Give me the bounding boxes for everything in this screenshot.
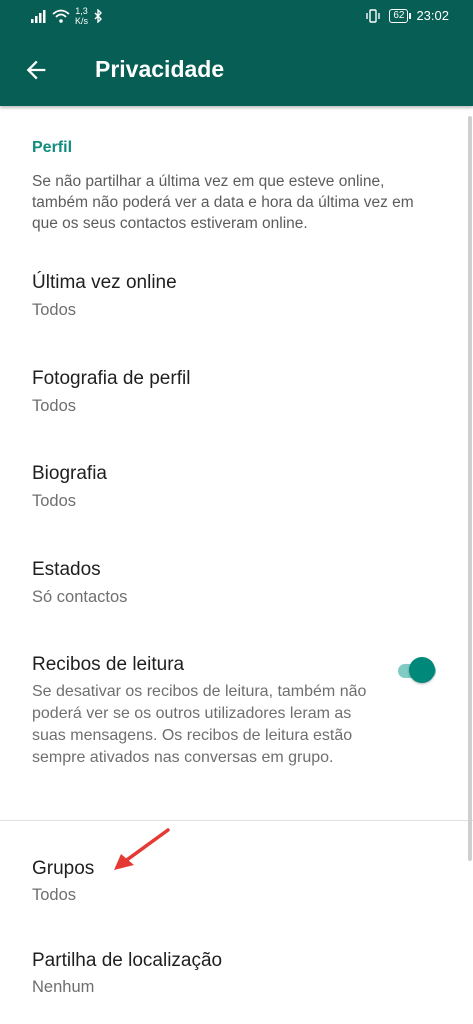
page-title: Privacidade: [95, 56, 225, 82]
network-speed-value: 1,3: [75, 6, 88, 16]
setting-title: Fotografia de perfil: [32, 368, 191, 389]
setting-title: Última vez online: [32, 272, 177, 293]
battery-level: 62: [393, 9, 405, 21]
setting-groups[interactable]: Grupos Todos: [0, 846, 473, 926]
read-receipts-toggle[interactable]: [395, 657, 439, 685]
setting-value: Todos: [32, 397, 77, 415]
signal-icon: [31, 10, 46, 23]
setting-title: Estados: [32, 559, 101, 580]
toggle-knob: [409, 657, 435, 683]
network-speed-unit: K/s: [75, 16, 89, 26]
setting-value: Todos: [32, 886, 77, 904]
setting-value: Nenhum: [32, 978, 95, 996]
app-bar: Privacidade: [0, 34, 473, 106]
wifi-icon: [52, 9, 70, 23]
divider: [0, 820, 473, 821]
setting-value: Todos: [32, 492, 77, 510]
vibrate-icon: [366, 8, 381, 23]
setting-title: Grupos: [32, 858, 95, 879]
battery-icon: 62: [389, 8, 412, 23]
arrow-back-icon: [26, 60, 46, 80]
setting-live-location[interactable]: Partilha de localização Nenhum: [0, 938, 473, 1018]
bluetooth-icon: [94, 9, 103, 23]
setting-title: Biografia: [32, 463, 107, 484]
setting-profile-photo[interactable]: Fotografia de perfil Todos: [0, 356, 473, 436]
setting-title: Partilha de localização: [32, 950, 223, 971]
status-left: 1,3 K/s: [31, 6, 103, 26]
status-bar: 1,3 K/s 62 23:02: [0, 0, 473, 34]
setting-value: Todos: [32, 301, 77, 319]
clock: 23:02: [416, 8, 449, 23]
setting-title: Recibos de leitura: [32, 654, 185, 675]
section-header-profile: Perfil: [32, 139, 73, 156]
setting-last-seen[interactable]: Última vez online Todos: [0, 260, 473, 340]
annotation-arrow-icon: [114, 828, 170, 870]
back-button[interactable]: [22, 56, 50, 84]
setting-status[interactable]: Estados Só contactos: [0, 547, 473, 627]
setting-about[interactable]: Biografia Todos: [0, 451, 473, 531]
setting-value: Só contactos: [32, 588, 128, 606]
scrollbar[interactable]: [468, 116, 472, 861]
section-description-profile: Se não partilhar a última vez em que est…: [32, 173, 414, 232]
network-speed: 1,3 K/s: [75, 6, 88, 26]
read-receipts-description: Se desativar os recibos de leitura, tamb…: [32, 683, 367, 766]
status-right: 62 23:02: [365, 8, 449, 23]
